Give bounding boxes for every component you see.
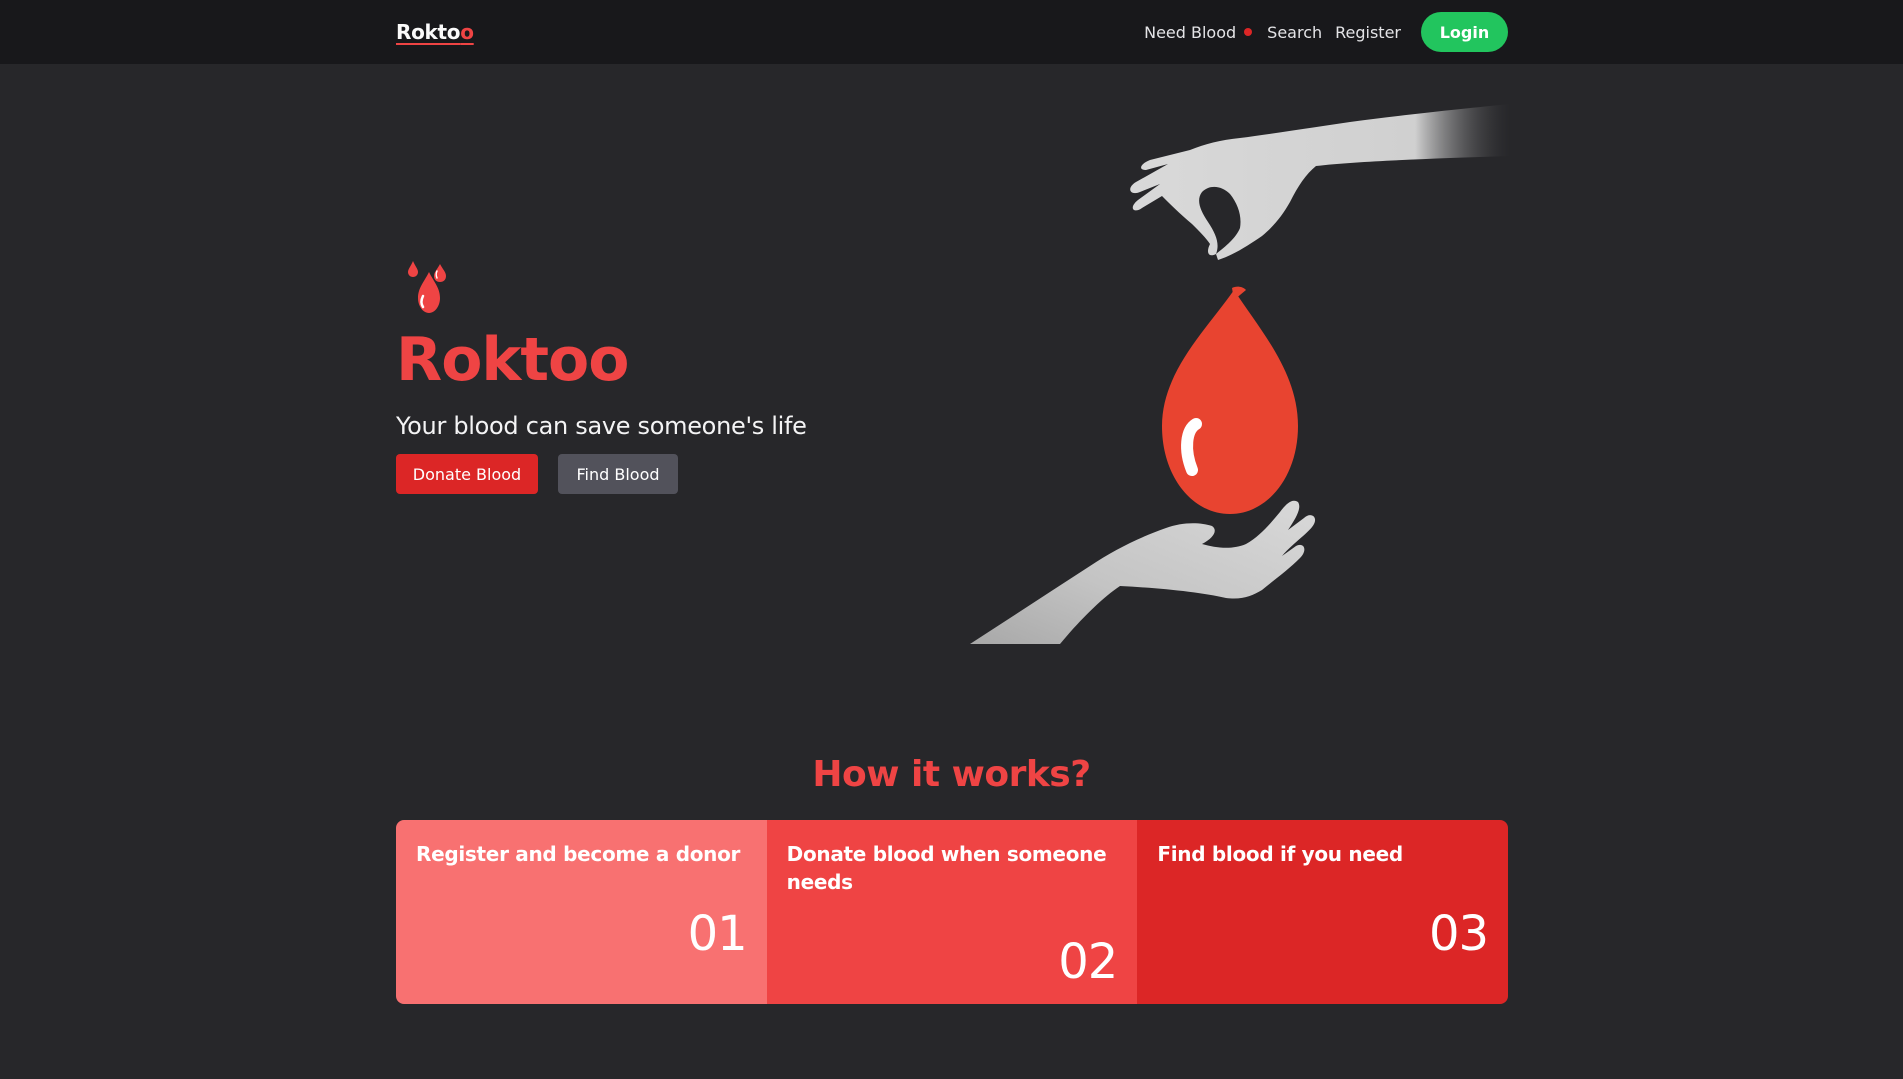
site-logo[interactable]: Roktoo	[396, 20, 474, 44]
hero-section: Roktoo Your blood can save someone's lif…	[396, 258, 916, 494]
nav-link-search[interactable]: Search	[1267, 23, 1322, 42]
step-number: 03	[1428, 906, 1489, 962]
blood-drops-icon	[408, 261, 446, 313]
nav-link-register[interactable]: Register	[1335, 23, 1401, 42]
step-card-1: Register and become a donor 01	[396, 820, 767, 1004]
logo-text: Rokto	[396, 20, 461, 44]
logo-accent-letter: o	[460, 20, 474, 44]
hero-subtitle: Your blood can save someone's life	[396, 412, 807, 440]
hands-with-blood-drop-illustration	[970, 104, 1510, 644]
step-title: Register and become a donor	[416, 842, 741, 866]
step-card-3: Find blood if you need 03	[1137, 820, 1508, 1004]
navbar: Roktoo Need Blood Search Register Login	[0, 0, 1903, 64]
step-number: 02	[1058, 934, 1118, 990]
find-blood-button[interactable]: Find Blood	[558, 454, 678, 494]
steps-container: Register and become a donor 01 Donate bl…	[396, 820, 1508, 1004]
login-button[interactable]: Login	[1421, 12, 1508, 52]
nav-links: Need Blood Search Register Login	[1144, 12, 1508, 52]
step-card-2: Donate blood when someone needs 02	[766, 820, 1138, 1004]
hero-title: Roktoo	[396, 325, 629, 395]
hero-buttons: Donate Blood Find Blood	[396, 454, 916, 494]
navbar-inner: Roktoo Need Blood Search Register Login	[396, 0, 1508, 64]
step-number: 01	[687, 906, 748, 962]
donate-blood-button[interactable]: Donate Blood	[396, 454, 538, 494]
nav-link-need-blood[interactable]: Need Blood	[1144, 23, 1254, 42]
step-title: Donate blood when someone needs	[786, 842, 1107, 894]
step-title: Find blood if you need	[1157, 842, 1403, 866]
nav-link-label: Need Blood	[1144, 22, 1237, 42]
notification-dot-icon	[1244, 28, 1253, 36]
how-it-works-title: How it works?	[812, 754, 1091, 795]
